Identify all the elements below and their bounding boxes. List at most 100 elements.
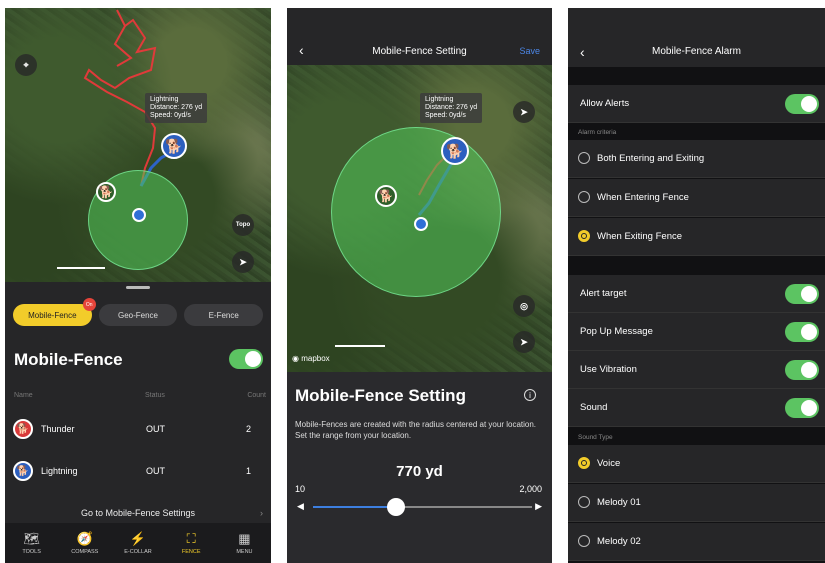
column-header-count: Count — [247, 392, 266, 399]
collar-icon: ⚡ — [129, 531, 147, 546]
lightning-dog-pin[interactable]: 🐕 — [161, 133, 187, 159]
criteria-label: When Exiting Fence — [597, 231, 683, 242]
tab-tools[interactable]: 🗺 TOOLS — [5, 523, 58, 563]
thunder-dog-pin[interactable]: 🐕 — [375, 185, 397, 207]
goto-settings-link[interactable]: Go to Mobile-Fence Settings — [5, 508, 271, 518]
nav-bar: ‹ Mobile-Fence Setting Save — [287, 8, 552, 65]
criteria-label: When Entering Fence — [597, 192, 689, 203]
compass-icon: 🧭 — [76, 531, 93, 546]
sound-type-header: Sound Type — [578, 434, 613, 441]
info-icon[interactable]: i — [524, 389, 536, 401]
dog-status: OUT — [146, 466, 165, 476]
map-scale-bar — [57, 267, 105, 269]
table-row[interactable]: 🐕 Lightning OUT 1 — [5, 452, 271, 492]
tab-label: FENCE — [181, 549, 201, 555]
sound-option[interactable]: Voice — [568, 445, 825, 483]
lightning-dog-pin[interactable]: 🐕 — [441, 137, 469, 165]
sound-option[interactable]: Melody 02 — [568, 523, 825, 561]
criteria-option[interactable]: Both Entering and Exiting — [568, 140, 825, 178]
mapbox-logo: ◉ mapbox — [292, 354, 330, 363]
navigation-arrow-icon[interactable]: ➤ — [513, 331, 535, 353]
alert-target-toggle[interactable] — [785, 284, 819, 304]
criteria-option[interactable]: When Entering Fence — [568, 179, 825, 217]
dog-name: Lightning — [41, 466, 78, 476]
alert-target-row: Alert target — [568, 275, 825, 313]
tab-compass[interactable]: 🧭 COMPASS — [58, 523, 111, 563]
layers-icon[interactable]: ◎ — [513, 295, 535, 317]
navigation-arrow-icon[interactable]: ➤ — [513, 101, 535, 123]
table-row[interactable]: 🐕 Thunder OUT 2 — [5, 410, 271, 450]
tab-label: COMPASS — [71, 549, 99, 555]
topo-layer-button[interactable]: Topo — [232, 214, 254, 236]
satellite-map[interactable]: Lightning Distance: 276 yd Speed: 0yd/s … — [287, 65, 552, 372]
toggle-label: Alert target — [580, 288, 627, 299]
tooltip-speed: Speed: 0yd/s — [425, 112, 466, 119]
my-location-dot — [414, 217, 428, 231]
criteria-option[interactable]: When Exiting Fence — [568, 218, 825, 256]
location-pin-icon[interactable]: ⌖ — [15, 54, 37, 76]
tooltip-name: Lightning — [150, 96, 179, 103]
dog-icon: 🐕 — [378, 189, 394, 203]
radio-selected-icon — [578, 230, 590, 242]
decrease-arrow-icon[interactable]: ◀ — [297, 501, 304, 512]
radio-selected-icon — [578, 457, 590, 469]
tab-geo-fence[interactable]: Geo-Fence — [98, 304, 178, 326]
sound-option[interactable]: Melody 01 — [568, 484, 825, 522]
dog-icon: 🐕 — [98, 185, 114, 199]
range-slider-fill — [313, 506, 397, 508]
radio-icon — [578, 535, 590, 547]
tab-label: E-Fence — [208, 310, 239, 320]
radio-icon — [578, 191, 590, 203]
allow-alerts-label: Allow Alerts — [580, 98, 630, 109]
navigation-arrow-icon[interactable]: ➤ — [232, 251, 254, 273]
sound-toggle[interactable] — [785, 398, 819, 418]
satellite-map[interactable]: Lightning Distance: 276 yd Speed: 0yd/s … — [5, 8, 271, 282]
drag-handle[interactable] — [126, 286, 150, 289]
sound-label: Melody 02 — [597, 536, 641, 547]
save-button[interactable]: Save — [519, 46, 540, 56]
tooltip-distance: Distance: 276 yd — [425, 104, 478, 111]
vibration-toggle[interactable] — [785, 360, 819, 380]
toggle-label: Pop Up Message — [580, 326, 653, 337]
tab-label: TOOLS — [22, 549, 41, 555]
tab-mobile-fence[interactable]: Mobile-Fence On — [13, 298, 96, 326]
dog-icon: 🐕 — [165, 137, 183, 154]
criteria-label: Both Entering and Exiting — [597, 153, 705, 164]
tab-e-fence[interactable]: E-Fence — [184, 304, 264, 326]
nav-title: Mobile-Fence Setting — [372, 46, 467, 57]
dog-name: Thunder — [41, 424, 75, 434]
dog-icon: 🐕 — [446, 142, 464, 159]
dog-status: OUT — [146, 424, 165, 434]
increase-arrow-icon[interactable]: ▶ — [535, 501, 542, 512]
fence-overview-screen: Lightning Distance: 276 yd Speed: 0yd/s … — [5, 8, 271, 563]
tab-fence[interactable]: ⛶ FENCE — [165, 523, 218, 563]
radio-icon — [578, 152, 590, 164]
fence-radius-circle — [331, 127, 501, 297]
mobile-fence-toggle[interactable] — [229, 349, 263, 369]
tooltip-name: Lightning — [425, 96, 454, 103]
chevron-right-icon: › — [260, 508, 263, 518]
menu-grid-icon: ▦ — [238, 531, 251, 546]
tooltip-speed: Speed: 0yd/s — [150, 112, 191, 119]
range-max: 2,000 — [519, 484, 542, 494]
popup-message-toggle[interactable] — [785, 322, 819, 342]
info-glyph: i — [529, 390, 531, 400]
range-slider-thumb[interactable] — [387, 498, 406, 516]
fence-type-selector: Mobile-Fence On Geo-Fence E-Fence — [13, 298, 264, 326]
sound-row: Sound — [568, 389, 825, 427]
allow-alerts-toggle[interactable] — [785, 94, 819, 114]
tab-label: Mobile-Fence — [28, 310, 77, 320]
allow-alerts-row: Allow Alerts — [568, 85, 825, 123]
tab-label: E-COLLAR — [124, 549, 152, 555]
tab-e-collar[interactable]: ⚡ E-COLLAR — [111, 523, 164, 563]
thunder-dog-pin[interactable]: 🐕 — [96, 182, 116, 202]
column-header-name: Name — [14, 392, 33, 399]
dog-count: 1 — [245, 466, 251, 476]
tab-menu[interactable]: ▦ MENU — [218, 523, 271, 563]
my-location-dot — [132, 208, 146, 222]
page-title: Mobile-Fence — [14, 350, 123, 369]
popup-message-row: Pop Up Message — [568, 313, 825, 351]
nav-bar: ‹ Mobile-Fence Alarm — [568, 8, 825, 67]
range-min: 10 — [295, 484, 306, 494]
map-scale-bar — [335, 345, 385, 347]
